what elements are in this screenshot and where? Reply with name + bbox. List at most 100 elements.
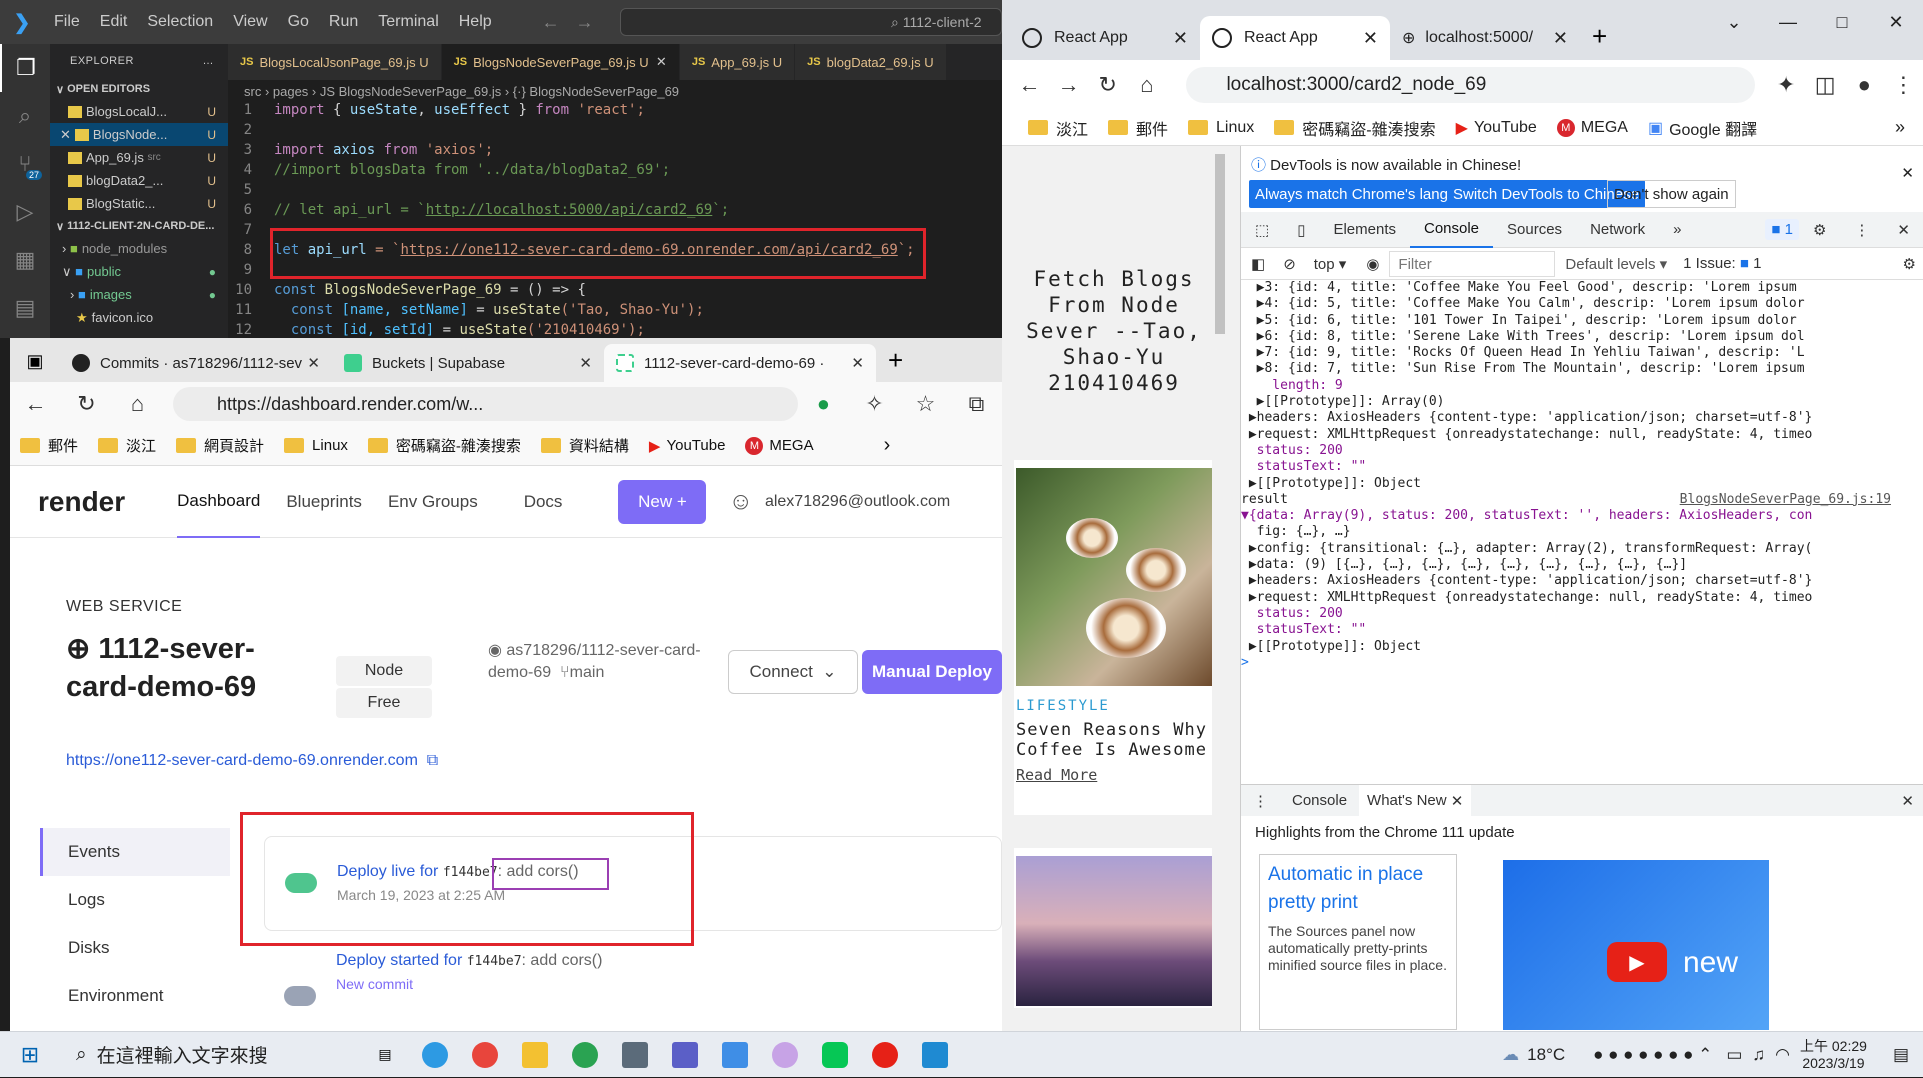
issues-link[interactable]: 1 Issue: ■ 1 <box>1677 255 1767 272</box>
menu-terminal[interactable]: Terminal <box>368 13 448 31</box>
paint-icon[interactable] <box>760 1032 810 1078</box>
console-line[interactable]: > <box>1241 655 1909 671</box>
sidebar-toggle-icon[interactable]: ◧ <box>1241 255 1275 273</box>
more-actions-icon[interactable]: … <box>203 55 215 67</box>
forward-arrow-icon[interactable]: → <box>576 12 594 33</box>
code-editor[interactable]: 1 import { useState, useEffect } from 're… <box>228 102 1002 338</box>
scrollbar-thumb[interactable] <box>1215 154 1225 334</box>
bookmark[interactable]: 網頁設計 <box>166 435 274 456</box>
project-section[interactable]: ∨ 1112-CLIENT-2N-CARD-DE... <box>50 215 228 237</box>
maximize-icon[interactable]: □ <box>1815 0 1869 33</box>
avatar[interactable]: ● <box>1845 72 1884 98</box>
home-icon[interactable]: ⌂ <box>112 391 163 417</box>
bookmark[interactable]: M MEGA <box>735 436 823 455</box>
console-line[interactable]: result BlogsNodeSeverPage_69.js:19 <box>1241 492 1909 508</box>
run-debug-icon[interactable]: ▷ <box>0 188 50 236</box>
bookmark[interactable]: Linux <box>1178 119 1264 137</box>
close-icon[interactable]: ✕ <box>579 354 592 372</box>
console-output[interactable]: ▶3: {id: 4, title: 'Coffee Make You Feel… <box>1241 280 1909 780</box>
console-line[interactable]: ▶headers: AxiosHeaders {content-type: 'a… <box>1241 573 1909 589</box>
issues-badge[interactable]: ■ 1 <box>1765 219 1799 240</box>
source-link[interactable]: BlogsNodeSeverPage_69.js:19 <box>1680 492 1891 507</box>
taskbar-search[interactable]: ⌕ 在這裡輸入文字來搜 <box>60 1032 360 1078</box>
line-icon[interactable] <box>810 1032 860 1078</box>
bookmark[interactable]: 淡江 <box>88 435 166 456</box>
user-icon[interactable]: ☺ <box>728 488 753 516</box>
close-icon[interactable]: ✕ <box>656 54 667 70</box>
open-editors-section[interactable]: ∨ OPEN EDITORS <box>50 78 228 100</box>
teams-icon[interactable] <box>660 1032 710 1078</box>
event-deploy-started[interactable]: Deploy started for f144be7: add cors() N… <box>264 934 1002 1031</box>
console-line[interactable]: ▶4: {id: 5, title: 'Coffee Make You Calm… <box>1241 296 1909 312</box>
manual-deploy-button[interactable]: Manual Deploy <box>862 650 1002 694</box>
bookmark[interactable]: 郵件 <box>10 435 88 456</box>
chevron-right-icon[interactable]: » <box>1895 117 1905 138</box>
repo-link[interactable]: ◉ as718296/1112-sever-card-demo-69 ⑂main <box>488 640 718 684</box>
user-email[interactable]: alex718296@outlook.com <box>765 493 950 511</box>
sidebar-item-disks[interactable]: Disks <box>40 924 230 972</box>
levels-dropdown[interactable]: Default levels ▾ <box>1555 255 1677 273</box>
extension-icon[interactable]: ✦ <box>1767 72 1806 98</box>
menu-file[interactable]: File <box>44 13 90 31</box>
blog-card[interactable]: LIFESTYLE Seven Reasons Why Coffee Is Aw… <box>1014 460 1212 815</box>
console-line[interactable]: ▶8: {id: 7, title: 'Sun Rise From The Mo… <box>1241 361 1909 377</box>
bookmark[interactable]: ▣ Google 翻譯 <box>1638 116 1767 140</box>
close-icon[interactable]: ✕ <box>307 354 320 372</box>
bookmark[interactable]: 密碼竊盜-雜湊搜索 <box>358 435 531 456</box>
close-icon[interactable]: ✕ <box>1883 212 1923 248</box>
grammarly-icon[interactable]: ● <box>798 391 849 417</box>
close-window-icon[interactable]: ✕ <box>1869 0 1923 33</box>
bookmark[interactable]: 郵件 <box>1098 116 1178 140</box>
open-editor-item-active[interactable]: ✕ BlogsNode... U <box>50 123 228 146</box>
refresh-icon[interactable]: ↻ <box>1088 72 1127 98</box>
vscode-icon[interactable] <box>910 1032 960 1078</box>
page-scrollbar[interactable] <box>1212 146 1228 1031</box>
bookmark[interactable]: 資料結構 <box>531 435 639 456</box>
open-editor-item[interactable]: blogData2_... U <box>50 169 228 192</box>
service-url-link[interactable]: https://one112-sever-card-demo-69.onrend… <box>66 752 438 770</box>
media-player-icon[interactable] <box>860 1032 910 1078</box>
volume-icon[interactable]: ♫ <box>1752 1045 1765 1065</box>
console-line[interactable]: length: 9 <box>1241 378 1909 394</box>
file-explorer-icon[interactable] <box>510 1032 560 1078</box>
close-icon[interactable]: ✕ <box>1173 28 1188 49</box>
tab-network[interactable]: Network <box>1576 212 1659 248</box>
drawer-menu-icon[interactable]: ⋮ <box>1241 792 1280 810</box>
chrome-tab-active[interactable]: React App ✕ <box>1200 16 1390 60</box>
extensions-icon[interactable]: ✧ <box>849 391 900 417</box>
bookmark[interactable]: 淡江 <box>1018 116 1098 140</box>
edge-tab-active[interactable]: 1112-sever-card-demo-69 · ✕ <box>604 344 876 382</box>
console-line[interactable]: ▶5: {id: 6, title: '101 Tower In Taipei'… <box>1241 313 1909 329</box>
console-line[interactable]: ▶3: {id: 4, title: 'Coffee Make You Feel… <box>1241 280 1909 296</box>
new-tab-icon[interactable]: + <box>876 345 903 382</box>
feature-card[interactable]: Automatic in place pretty print The Sour… <box>1259 854 1457 1030</box>
photos-icon[interactable] <box>710 1032 760 1078</box>
sidebar-item-environment[interactable]: Environment <box>40 972 230 1020</box>
calculator-icon[interactable] <box>610 1032 660 1078</box>
console-line[interactable]: statusText: "" <box>1241 459 1909 475</box>
console-line[interactable]: fig: {…}, …} <box>1241 524 1909 540</box>
console-settings-icon[interactable]: ⚙ <box>1903 255 1923 273</box>
forward-arrow-icon[interactable]: → <box>1049 72 1088 98</box>
editor-tab[interactable]: JS App_69.js U <box>679 44 796 80</box>
nav-docs[interactable]: Docs <box>524 466 563 538</box>
extensions-icon[interactable]: ▦ <box>0 236 50 284</box>
console-line[interactable]: ▶config: {transitional: {…}, adapter: Ar… <box>1241 541 1909 557</box>
chrome-tab[interactable]: React App ✕ <box>1010 16 1200 60</box>
copy-icon[interactable]: ⧉ <box>427 752 438 769</box>
context-select[interactable]: top ▾ <box>1304 255 1357 273</box>
tab-actions-icon[interactable]: ▣ <box>10 351 60 382</box>
more-menu-icon[interactable]: ⋮ <box>1884 72 1923 98</box>
console-line[interactable]: status: 200 <box>1241 606 1909 622</box>
home-icon[interactable]: ⌂ <box>1127 72 1166 98</box>
console-line[interactable]: ▶data: (9) [{…}, {…}, {…}, {…}, {…}, {…}… <box>1241 557 1909 573</box>
close-icon[interactable]: ✕ <box>60 127 71 143</box>
tree-folder-public[interactable]: ∨ ■ public ● <box>50 260 228 283</box>
editor-tab-active[interactable]: JS BlogsNodeSeverPage_69.js U ✕ <box>441 44 680 80</box>
edge-tab[interactable]: Commits · as718296/1112-sev ✕ <box>60 344 332 382</box>
tree-folder-images[interactable]: › ■ images ● <box>50 283 228 306</box>
menu-selection[interactable]: Selection <box>137 13 223 31</box>
console-line[interactable]: statusText: "" <box>1241 622 1909 638</box>
wifi-icon[interactable]: ◠ <box>1775 1045 1790 1065</box>
close-icon[interactable]: ✕ <box>1363 28 1378 49</box>
